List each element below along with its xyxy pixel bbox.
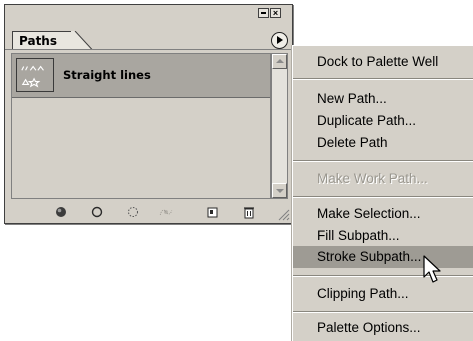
paths-scrollbar[interactable] (271, 53, 288, 199)
menu-separator (293, 311, 473, 313)
menu-item-dock-to-palette-well[interactable]: Dock to Palette Well (293, 51, 473, 73)
menu-item-new-path[interactable]: New Path... (293, 88, 473, 110)
menu-item-palette-options[interactable]: Palette Options... (293, 317, 473, 339)
palette-flyout-menu: Dock to Palette Well New Path... Duplica… (292, 45, 473, 341)
palette-footer (5, 201, 292, 223)
tab-slant-edge (71, 31, 93, 50)
scroll-up-button[interactable] (272, 54, 287, 69)
path-thumbnail-icon (16, 58, 54, 92)
menu-separator (293, 275, 473, 277)
fill-path-icon[interactable] (53, 204, 69, 220)
close-button[interactable]: × (270, 8, 281, 18)
scroll-down-button[interactable] (272, 183, 287, 198)
tab-paths[interactable]: Paths (12, 31, 72, 50)
delete-path-icon[interactable] (241, 204, 257, 220)
load-path-as-selection-icon[interactable] (125, 204, 141, 220)
menu-item-clipping-path[interactable]: Clipping Path... (293, 283, 473, 305)
make-work-path-icon[interactable] (158, 204, 174, 220)
palette-menu-button[interactable] (271, 32, 288, 49)
new-path-icon[interactable] (205, 204, 221, 220)
minimize-button[interactable] (258, 8, 269, 18)
stroke-path-icon[interactable] (89, 204, 105, 220)
menu-item-make-selection[interactable]: Make Selection... (293, 203, 473, 225)
mouse-pointer-icon (423, 255, 441, 283)
tab-divider (5, 49, 292, 50)
menu-separator (293, 160, 473, 162)
path-row-straight-lines[interactable]: Straight lines (12, 54, 270, 98)
resize-grip-icon[interactable] (278, 209, 290, 221)
menu-separator (293, 78, 473, 80)
menu-item-delete-path[interactable]: Delete Path (293, 132, 473, 154)
paths-palette: × Paths Straight lines (4, 4, 293, 224)
menu-item-fill-subpath[interactable]: Fill Subpath... (293, 225, 473, 247)
paths-list: Straight lines (11, 53, 271, 199)
menu-item-duplicate-path[interactable]: Duplicate Path... (293, 110, 473, 132)
palette-title-bar[interactable]: × (5, 5, 292, 25)
menu-item-stroke-subpath[interactable]: Stroke Subpath... (293, 246, 473, 268)
menu-separator (293, 196, 473, 198)
menu-item-make-work-path: Make Work Path... (317, 171, 428, 186)
path-name: Straight lines (63, 68, 151, 82)
